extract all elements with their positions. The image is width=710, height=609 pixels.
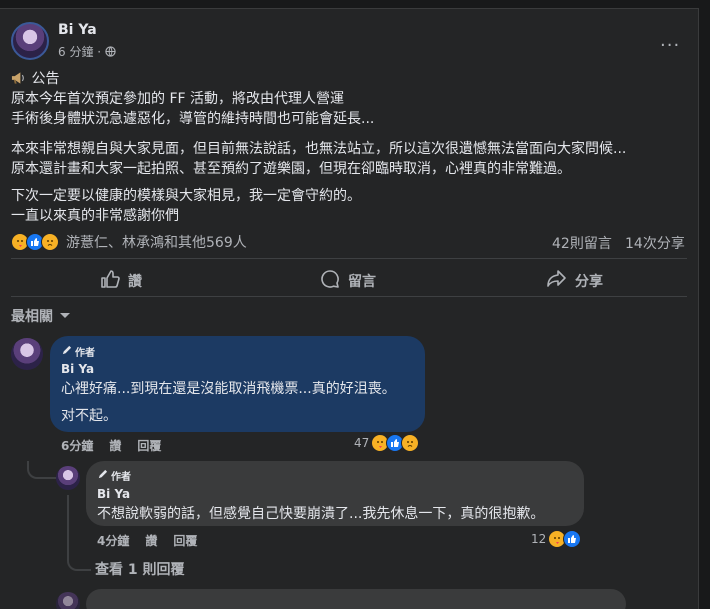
comment-actions: 6分鐘 讚 回覆 — [61, 437, 161, 454]
share-arrow-icon — [546, 269, 575, 293]
post-text-line-7: 一直以來真的非常感謝你們 — [11, 208, 179, 224]
caret-down-icon — [59, 308, 71, 324]
author-badge-label: 作者 — [75, 348, 95, 359]
comment-time[interactable]: 6分鐘 — [61, 437, 93, 454]
reaction-names[interactable]: 游薏仁、林承鴻和其他569人 — [66, 232, 247, 252]
comment-reaction-count: 47 — [354, 436, 370, 450]
speech-bubble-icon — [320, 269, 348, 293]
reply-author-name[interactable]: Bi Ya — [97, 487, 130, 501]
divider-top — [11, 258, 687, 259]
reply-time[interactable]: 4分鐘 — [97, 532, 129, 549]
meta-separator: · — [97, 45, 102, 59]
author-avatar[interactable] — [11, 22, 49, 60]
post-text-line-5: 原本還計畫和大家一起拍照、甚至預約了遊樂園，但現在卻臨時取消，心裡真的非常難過。 — [11, 161, 571, 177]
reply-actions: 4分鐘 讚 回覆 — [97, 532, 197, 549]
author-badge: 作者 — [61, 344, 95, 359]
post-text-line-4: 本來非常想親自與大家見面，但目前無法說話，也無法站立，所以這次很遺憾無法當面向大… — [11, 141, 627, 157]
shares-count[interactable]: 14次分享 — [625, 233, 685, 253]
view-replies-link[interactable]: 查看 1 則回覆 — [95, 559, 185, 579]
announcement-heading: 公告 — [31, 71, 60, 87]
share-button[interactable]: 分享 — [546, 269, 603, 293]
comment-bubble: 作者 Bi Ya 心裡好痛...到現在還是沒能取消飛機票...真的好沮喪。 对不… — [50, 336, 425, 432]
like-label: 讚 — [128, 274, 142, 290]
reply-like-button[interactable]: 讚 — [145, 532, 157, 549]
comment-avatar[interactable] — [11, 338, 43, 370]
author-badge-label: 作者 — [111, 472, 131, 483]
post-text-line-2: 原本今年首次預定參加的 FF 活動，將改由代理人營運 — [11, 91, 345, 107]
thread-connector — [27, 461, 57, 479]
reply-bubble: 作者 Bi Ya 不想說軟弱的話，但感覺自己快要崩潰了...我先休息一下，真的很… — [86, 461, 584, 526]
like-button[interactable]: 讚 — [100, 269, 142, 293]
comment-text-line-1: 心裡好痛...到現在還是沒能取消飛機票...真的好沮喪。 — [61, 381, 396, 397]
comment-sort-dropdown[interactable]: 最相關 — [11, 306, 71, 326]
divider-bottom — [11, 296, 687, 297]
share-label: 分享 — [575, 274, 603, 290]
globe-icon — [105, 45, 116, 59]
post-author-name[interactable]: Bi Ya — [58, 22, 97, 38]
thumbs-up-icon — [100, 269, 128, 293]
more-options-button[interactable]: ··· — [660, 35, 680, 56]
post-time[interactable]: 6 分鐘 — [58, 45, 93, 59]
comment-reply-button[interactable]: 回覆 — [137, 437, 161, 454]
comment-reactions[interactable]: 47 — [354, 434, 420, 452]
reply-reactions[interactable]: 12 — [531, 530, 582, 548]
reactions-summary[interactable]: 游薏仁、林承鴻和其他569人 — [11, 232, 247, 252]
reply-avatar[interactable] — [56, 466, 80, 490]
comment-author-name[interactable]: Bi Ya — [61, 362, 94, 376]
pencil-icon — [97, 469, 108, 483]
comment-label: 留言 — [348, 274, 376, 290]
post-meta: 6 分鐘 · — [58, 43, 116, 60]
post-text-line-3: 手術後身體狀況急遽惡化，導管的維持時間也可能會延長... — [11, 111, 375, 127]
reply-reply-button[interactable]: 回覆 — [173, 532, 197, 549]
comment-button[interactable]: 留言 — [320, 269, 376, 293]
post-card: Bi Ya 6 分鐘 · ··· 公告 原本今年首次預定參加的 FF 活動，將改… — [0, 8, 699, 609]
sad-reaction-icon — [401, 434, 420, 452]
post-text-line-6: 下次一定要以健康的模樣與大家相見，我一定會守約的。 — [11, 188, 361, 204]
sort-label: 最相關 — [11, 309, 53, 325]
reply-reaction-count: 12 — [531, 532, 547, 546]
comment-text-line-2: 对不起。 — [61, 408, 117, 424]
pencil-icon — [61, 345, 72, 359]
next-comment-bubble — [86, 589, 626, 609]
comment-like-button[interactable]: 讚 — [109, 437, 121, 454]
like-reaction-icon — [563, 530, 582, 548]
sad-reaction-icon — [41, 233, 59, 251]
reply-text: 不想說軟弱的話，但感覺自己快要崩潰了...我先休息一下，真的很抱歉。 — [97, 506, 545, 522]
comments-count[interactable]: 42則留言 — [552, 233, 612, 253]
author-badge: 作者 — [97, 468, 131, 483]
megaphone-icon — [11, 71, 27, 91]
next-comment-avatar[interactable] — [56, 592, 80, 609]
post-text-line-1: 公告 — [11, 69, 59, 91]
